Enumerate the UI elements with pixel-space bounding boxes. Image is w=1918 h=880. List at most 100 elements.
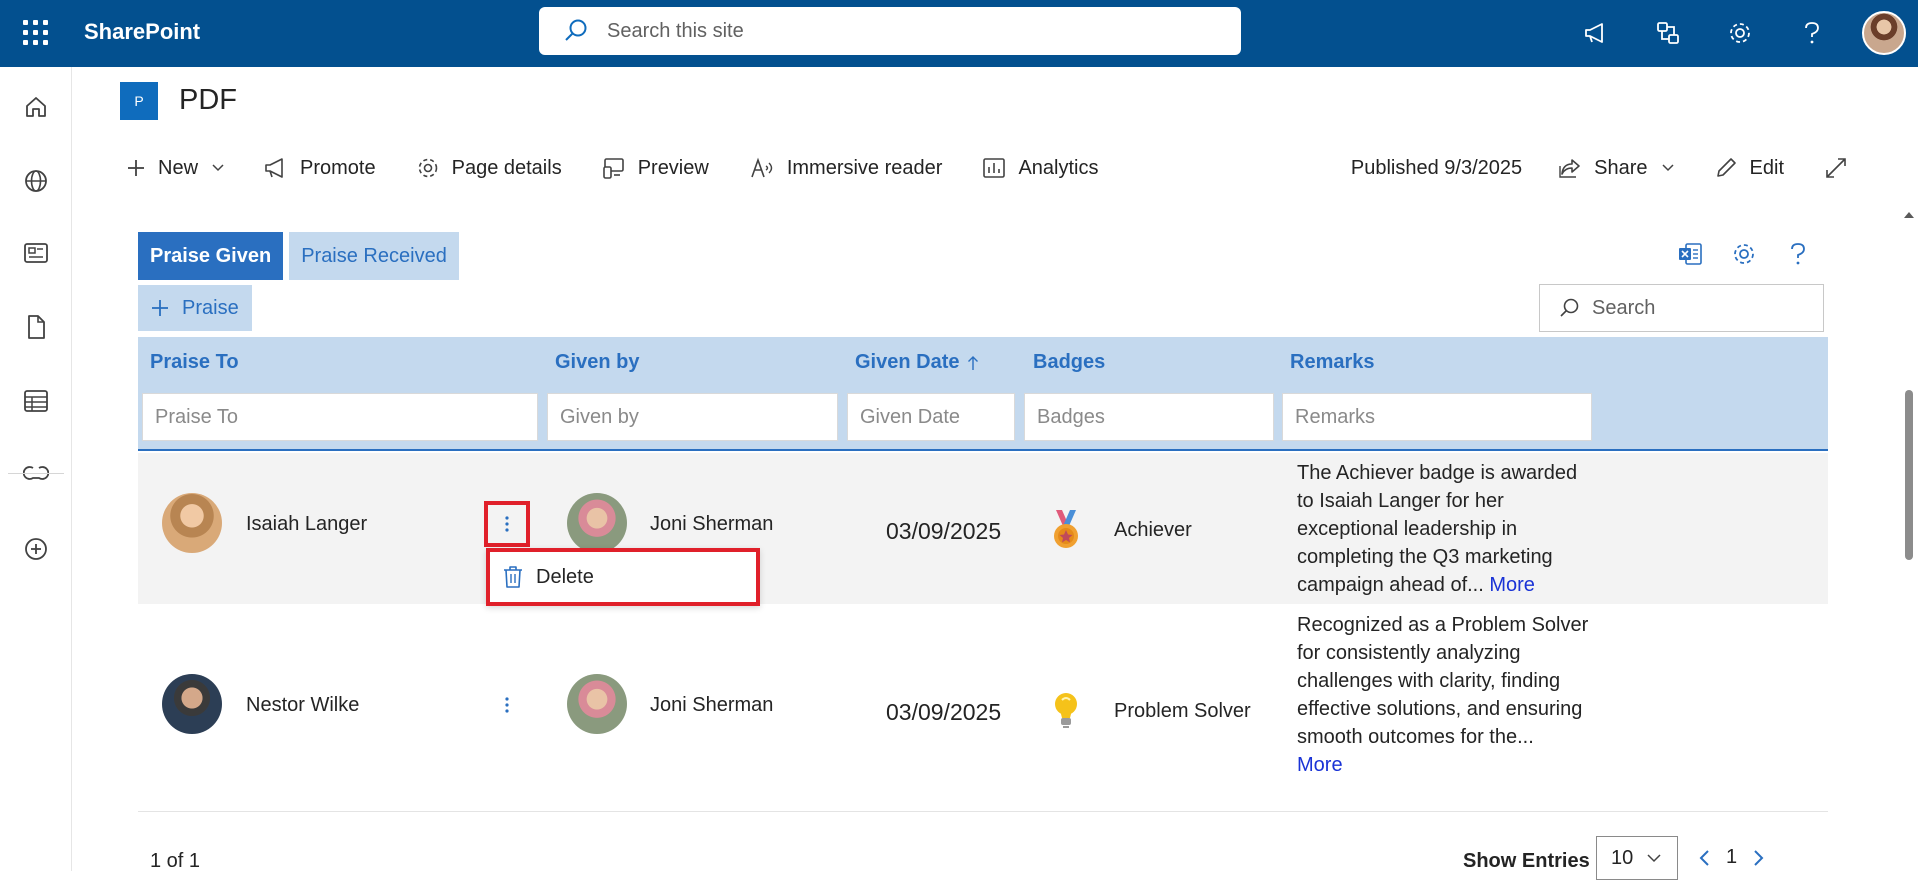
chevron-down-icon bbox=[212, 164, 224, 172]
remarks-text: The Achiever badge is awarded to Isaiah … bbox=[1297, 462, 1578, 596]
given-date: 03/09/2025 bbox=[886, 699, 1002, 725]
preview-label: Preview bbox=[637, 156, 709, 179]
immersive-reader-label: Immersive reader bbox=[786, 156, 943, 179]
column-praise-to[interactable]: Praise To bbox=[150, 351, 239, 374]
pagination: 1 bbox=[1698, 846, 1765, 869]
share-icon bbox=[1559, 159, 1580, 178]
column-given-by[interactable]: Given by bbox=[555, 351, 639, 374]
org-share-icon[interactable] bbox=[1646, 11, 1690, 55]
column-given-date[interactable]: Given Date bbox=[855, 351, 979, 374]
praise-to-name: Isaiah Langer bbox=[246, 513, 368, 535]
promote-button[interactable]: Promote bbox=[264, 157, 376, 180]
scrollbar-thumb[interactable] bbox=[1905, 390, 1913, 560]
lightbulb-icon bbox=[1051, 690, 1081, 735]
page-title: PDF bbox=[179, 84, 237, 116]
badge-name: Achiever bbox=[1114, 519, 1192, 541]
column-badges[interactable]: Badges bbox=[1033, 351, 1105, 374]
list-icon[interactable] bbox=[14, 379, 58, 423]
tab-praise-given[interactable]: Praise Given bbox=[138, 232, 284, 280]
promote-label: Promote bbox=[300, 156, 376, 179]
add-praise-button[interactable]: Praise bbox=[138, 285, 252, 331]
command-bar: New Promote Page details Preview Immersi… bbox=[126, 150, 1138, 186]
webpart-help-icon[interactable] bbox=[1780, 236, 1816, 272]
given-by-name: Joni Sherman bbox=[650, 694, 774, 716]
more-link[interactable]: More bbox=[1484, 574, 1535, 596]
published-status: Published 9/3/2025 bbox=[1350, 156, 1523, 179]
excel-export-icon[interactable] bbox=[1672, 236, 1708, 272]
gear-icon bbox=[418, 158, 437, 178]
site-logo[interactable]: P bbox=[120, 82, 158, 120]
edit-label: Edit bbox=[1749, 156, 1784, 179]
row-actions-button[interactable] bbox=[484, 682, 530, 728]
filter-remarks[interactable] bbox=[1282, 393, 1592, 441]
command-bar-right: Published 9/3/2025 Share Edit bbox=[1351, 150, 1860, 186]
share-button[interactable]: Share bbox=[1558, 157, 1674, 180]
table-row[interactable]: Nestor Wilke Joni Sherman 03/09/2025 Pro… bbox=[138, 605, 1828, 812]
tab-praise-received[interactable]: Praise Received bbox=[289, 232, 459, 280]
app-launcher-icon[interactable] bbox=[20, 17, 50, 47]
search-icon bbox=[565, 19, 587, 41]
megaphone-icon[interactable] bbox=[1574, 11, 1618, 55]
previous-page-icon[interactable] bbox=[1698, 849, 1710, 867]
praise-to-avatar bbox=[162, 674, 222, 734]
record-count: 1 of 1 bbox=[150, 850, 201, 872]
add-praise-label: Praise bbox=[182, 296, 239, 319]
brand-title[interactable]: SharePoint bbox=[84, 19, 200, 45]
filter-given-date[interactable] bbox=[847, 393, 1015, 441]
row-context-menu-delete[interactable]: Delete bbox=[486, 548, 760, 606]
trash-icon bbox=[504, 566, 522, 588]
filter-badges[interactable] bbox=[1024, 393, 1274, 441]
page-details-button[interactable]: Page details bbox=[416, 156, 562, 180]
filter-given-by[interactable] bbox=[547, 393, 838, 441]
add-circle-icon[interactable] bbox=[14, 527, 58, 571]
medal-icon bbox=[1048, 508, 1084, 555]
remarks-text: Recognized as a Problem Solver for consi… bbox=[1297, 614, 1589, 748]
praise-to-name: Nestor Wilke bbox=[246, 694, 360, 716]
current-page[interactable]: 1 bbox=[1726, 846, 1737, 869]
user-avatar[interactable] bbox=[1862, 11, 1906, 55]
globe-icon[interactable] bbox=[14, 159, 58, 203]
site-search-input[interactable] bbox=[607, 19, 1207, 43]
remarks-cell: Recognized as a Problem Solver for consi… bbox=[1297, 611, 1597, 779]
filter-given-by-input[interactable] bbox=[548, 394, 837, 440]
entries-per-page-select[interactable]: 10 bbox=[1596, 836, 1678, 880]
edit-button[interactable]: Edit bbox=[1714, 156, 1784, 180]
grid-search[interactable] bbox=[1539, 284, 1824, 332]
filter-given-date-input[interactable] bbox=[848, 394, 1014, 440]
scroll-up-icon[interactable] bbox=[1903, 211, 1915, 219]
document-icon[interactable] bbox=[14, 305, 58, 349]
settings-gear-icon[interactable] bbox=[1718, 11, 1762, 55]
home-icon[interactable] bbox=[14, 85, 58, 129]
analytics-button[interactable]: Analytics bbox=[982, 157, 1098, 180]
preview-button[interactable]: Preview bbox=[602, 156, 709, 180]
immersive-reader-button[interactable]: Immersive reader bbox=[749, 156, 943, 180]
praise-tabs: Praise Given Praise Received bbox=[138, 232, 459, 280]
new-button[interactable]: New bbox=[126, 157, 224, 180]
column-remarks[interactable]: Remarks bbox=[1290, 351, 1375, 374]
row-actions-button[interactable] bbox=[484, 501, 530, 547]
webpart-settings-icon[interactable] bbox=[1726, 236, 1762, 272]
help-icon[interactable] bbox=[1790, 11, 1834, 55]
more-vertical-icon bbox=[505, 697, 509, 713]
filter-remarks-input[interactable] bbox=[1283, 394, 1591, 440]
news-icon[interactable] bbox=[14, 231, 58, 275]
next-page-icon[interactable] bbox=[1753, 849, 1765, 867]
more-vertical-icon bbox=[505, 516, 509, 532]
filter-praise-to[interactable] bbox=[142, 393, 538, 441]
given-date: 03/09/2025 bbox=[886, 518, 1002, 544]
given-by-avatar bbox=[567, 674, 627, 734]
page-scrollbar[interactable] bbox=[1900, 208, 1918, 871]
remarks-cell: The Achiever badge is awarded to Isaiah … bbox=[1297, 459, 1597, 599]
pencil-icon bbox=[1716, 158, 1736, 177]
site-search[interactable] bbox=[539, 7, 1241, 55]
grid-search-input[interactable] bbox=[1592, 296, 1812, 320]
entries-value: 10 bbox=[1611, 846, 1634, 869]
new-label: New bbox=[158, 156, 199, 179]
webpart-toolbar bbox=[1672, 236, 1834, 272]
more-link[interactable]: More bbox=[1297, 754, 1343, 776]
expand-button[interactable] bbox=[1824, 156, 1860, 180]
plus-icon bbox=[128, 160, 144, 176]
table-row[interactable]: Isaiah Langer Joni Sherman 03/09/2025 Ac… bbox=[138, 453, 1828, 604]
filter-badges-input[interactable] bbox=[1025, 394, 1273, 440]
filter-praise-to-input[interactable] bbox=[143, 394, 537, 440]
